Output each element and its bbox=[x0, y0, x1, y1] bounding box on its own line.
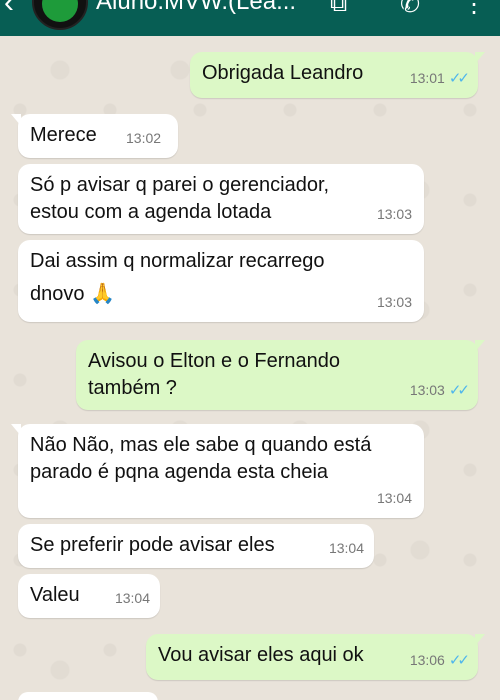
chat-header: ‹ Aluno.MVW.(Lea... ⧉ ✆ ⋮ bbox=[0, 0, 500, 36]
message-bubble-incoming-partial[interactable] bbox=[18, 692, 158, 700]
message-text: Se preferir pode avisar eles bbox=[30, 534, 275, 556]
message-bubble-outgoing[interactable]: Obrigada Leandro 13:01 ✓✓ bbox=[190, 52, 485, 98]
message-timestamp: 13:03 ✓✓ bbox=[409, 382, 470, 399]
read-receipt-icon: ✓✓ bbox=[448, 382, 470, 399]
contact-avatar[interactable] bbox=[32, 0, 88, 30]
message-text: Merece bbox=[30, 124, 97, 146]
message-bubble-outgoing[interactable]: Vou avisar eles aqui ok 13:06 ✓✓ bbox=[146, 634, 485, 680]
message-bubble-outgoing[interactable]: Avisou o Elton e o Fernando também ? 13:… bbox=[76, 340, 485, 410]
message-timestamp: 13:04 bbox=[114, 590, 150, 606]
message-text-line: estou com a agenda lotada bbox=[30, 201, 272, 223]
message-text: Valeu bbox=[30, 584, 80, 606]
message-text-line: parado é pqna agenda esta cheia bbox=[30, 461, 329, 483]
message-bubble-incoming[interactable]: Valeu 13:04 bbox=[18, 574, 160, 618]
message-timestamp: 13:03 bbox=[376, 206, 412, 222]
message-bubble-incoming[interactable]: Se preferir pode avisar eles 13:04 bbox=[18, 524, 374, 568]
phone-call-icon[interactable]: ✆ bbox=[400, 0, 420, 19]
video-call-icon[interactable]: ⧉ bbox=[330, 0, 347, 18]
message-text-line: dnovo bbox=[30, 283, 85, 305]
praying-hands-emoji: 🙏 bbox=[90, 283, 115, 305]
message-text-line: Avisou o Elton e o Fernando bbox=[88, 350, 341, 372]
message-timestamp: 13:02 bbox=[126, 130, 162, 146]
read-receipt-icon: ✓✓ bbox=[448, 652, 470, 669]
message-timestamp: 13:04 bbox=[376, 490, 412, 506]
message-timestamp: 13:06 ✓✓ bbox=[409, 652, 470, 669]
message-text-line: Só p avisar q parei o gerenciador, bbox=[30, 174, 330, 196]
message-bubble-incoming[interactable]: Não Não, mas ele sabe q quando está para… bbox=[11, 424, 424, 518]
more-options-icon[interactable]: ⋮ bbox=[462, 0, 486, 19]
message-text: Obrigada Leandro bbox=[202, 62, 364, 84]
contact-name[interactable]: Aluno.MVW.(Lea... bbox=[96, 0, 296, 16]
message-timestamp: 13:04 bbox=[328, 540, 364, 556]
read-receipt-icon: ✓✓ bbox=[448, 70, 470, 87]
message-bubble-incoming[interactable]: Só p avisar q parei o gerenciador, estou… bbox=[18, 164, 424, 234]
back-arrow-icon[interactable]: ‹ bbox=[4, 0, 14, 20]
message-text-line: Não Não, mas ele sabe q quando está bbox=[30, 434, 372, 456]
message-bubble-incoming[interactable]: Merece 13:02 bbox=[11, 114, 178, 158]
message-text-line: Dai assim q normalizar recarrego bbox=[30, 250, 325, 272]
message-text: Vou avisar eles aqui ok bbox=[158, 644, 364, 666]
message-bubble-incoming[interactable]: Dai assim q normalizar recarrego dnovo 🙏… bbox=[18, 240, 424, 322]
message-timestamp: 13:01 ✓✓ bbox=[409, 70, 470, 87]
message-timestamp: 13:03 bbox=[376, 294, 412, 310]
